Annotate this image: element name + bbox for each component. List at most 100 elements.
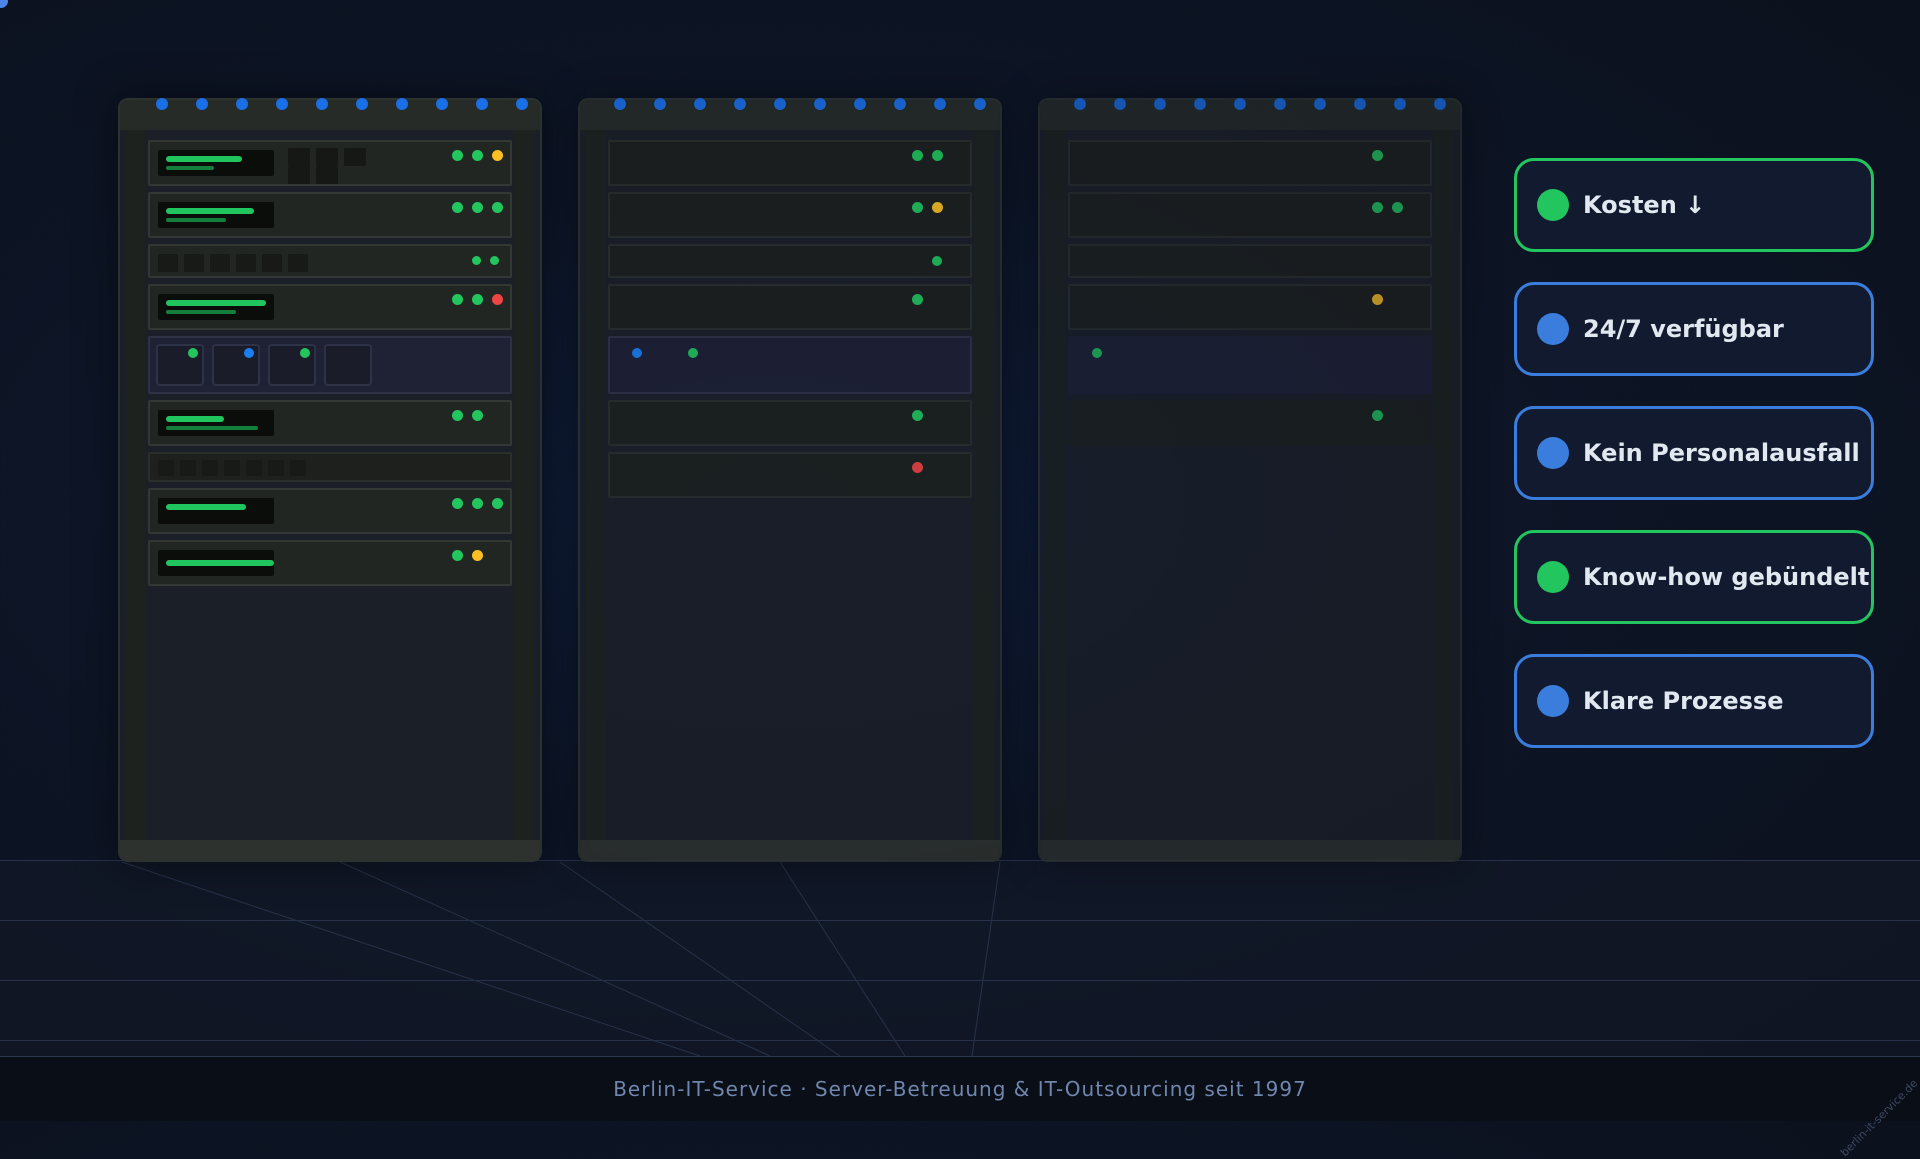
feature-label: Klare Prozesse bbox=[1583, 687, 1784, 715]
rack-bolt-icon bbox=[1194, 98, 1206, 110]
status-led-icon bbox=[472, 150, 483, 161]
rack-bolt-icon bbox=[356, 98, 368, 110]
rack-bolt-icon bbox=[436, 98, 448, 110]
status-led-icon bbox=[1372, 202, 1383, 213]
server-unit bbox=[608, 284, 972, 330]
footer-text: Berlin-IT-Service · Server-Betreuung & I… bbox=[613, 1077, 1307, 1101]
server-unit bbox=[148, 488, 512, 534]
rack-bolt-icon bbox=[236, 98, 248, 110]
status-led-icon bbox=[492, 498, 503, 509]
blade-bay bbox=[324, 344, 372, 386]
switch-unit bbox=[148, 244, 512, 278]
rack-bolt-icon bbox=[516, 98, 528, 110]
blade-chassis bbox=[148, 336, 512, 394]
status-led-icon bbox=[1372, 150, 1383, 161]
rack-bolt-icon bbox=[1114, 98, 1126, 110]
server-rack-3 bbox=[1038, 98, 1462, 862]
server-rack-1 bbox=[118, 98, 542, 862]
server-unit bbox=[1068, 140, 1432, 186]
feature-dot-icon bbox=[1537, 561, 1569, 593]
feature-card-verfuegbar: 24/7 verfügbar bbox=[1514, 282, 1874, 376]
status-led-icon bbox=[472, 550, 483, 561]
switch-unit bbox=[608, 244, 972, 278]
status-led-icon bbox=[1372, 410, 1383, 421]
status-led-icon bbox=[452, 550, 463, 561]
status-led-icon bbox=[1392, 202, 1403, 213]
rack-bolt-icon bbox=[156, 98, 168, 110]
rack-top bbox=[1040, 98, 1460, 130]
status-led-icon bbox=[492, 150, 503, 161]
rack-rail bbox=[514, 130, 534, 840]
status-led-icon bbox=[472, 256, 481, 265]
feature-label: Kein Personalausfall bbox=[1583, 439, 1860, 467]
footer: Berlin-IT-Service · Server-Betreuung & I… bbox=[0, 1056, 1920, 1121]
rack-bolt-icon bbox=[694, 98, 706, 110]
feature-label: Know-how gebündelt bbox=[1583, 563, 1870, 591]
rack-rail bbox=[974, 130, 994, 840]
status-led-icon bbox=[932, 256, 942, 266]
patch-panel bbox=[148, 452, 512, 482]
server-display bbox=[158, 294, 274, 320]
rack-top bbox=[120, 98, 540, 130]
status-led-icon bbox=[912, 294, 923, 305]
rack-bolt-icon bbox=[854, 98, 866, 110]
status-led-icon bbox=[472, 202, 483, 213]
feature-label: 24/7 verfügbar bbox=[1583, 315, 1784, 343]
status-led-icon bbox=[472, 294, 483, 305]
blade-chassis bbox=[1068, 336, 1432, 394]
status-led-icon bbox=[300, 348, 310, 358]
server-unit bbox=[148, 192, 512, 238]
status-led-icon bbox=[472, 410, 483, 421]
status-led-icon bbox=[452, 410, 463, 421]
feature-dot-icon bbox=[1537, 685, 1569, 717]
server-unit bbox=[608, 400, 972, 446]
rack-bolt-icon bbox=[1434, 98, 1446, 110]
status-led-icon bbox=[912, 410, 923, 421]
rack-bolt-icon bbox=[1154, 98, 1166, 110]
rack-bolt-icon bbox=[654, 98, 666, 110]
status-led-icon bbox=[912, 150, 923, 161]
status-led-icon bbox=[452, 202, 463, 213]
rack-bolt-icon bbox=[614, 98, 626, 110]
status-led-icon bbox=[452, 294, 463, 305]
server-unit bbox=[608, 140, 972, 186]
blade-chassis bbox=[608, 336, 972, 394]
server-unit bbox=[1068, 400, 1432, 446]
rack-bolt-icon bbox=[316, 98, 328, 110]
status-led-icon bbox=[452, 150, 463, 161]
status-led-icon bbox=[688, 348, 698, 358]
rack-rail bbox=[586, 130, 606, 840]
rack-bolt-icon bbox=[1394, 98, 1406, 110]
feature-card-prozesse: Klare Prozesse bbox=[1514, 654, 1874, 748]
rack-rail bbox=[126, 130, 146, 840]
server-unit bbox=[608, 192, 972, 238]
rack-bolt-icon bbox=[734, 98, 746, 110]
rack-base bbox=[580, 840, 1000, 860]
server-display bbox=[158, 410, 274, 436]
feature-card-kosten: Kosten ↓ bbox=[1514, 158, 1874, 252]
server-display bbox=[158, 550, 274, 576]
rack-bolt-icon bbox=[1074, 98, 1086, 110]
server-unit bbox=[148, 540, 512, 586]
rack-base bbox=[120, 840, 540, 860]
rack-bolt-icon bbox=[814, 98, 826, 110]
server-unit bbox=[148, 400, 512, 446]
feature-dot-icon bbox=[1537, 189, 1569, 221]
rack-rail bbox=[1434, 130, 1454, 840]
switch-unit bbox=[1068, 244, 1432, 278]
server-display bbox=[158, 202, 274, 228]
rack-bolt-icon bbox=[974, 98, 986, 110]
feature-dot-icon bbox=[1537, 313, 1569, 345]
rack-bolt-icon bbox=[276, 98, 288, 110]
status-led-icon bbox=[932, 202, 943, 213]
rack-bolt-icon bbox=[894, 98, 906, 110]
server-rack-2 bbox=[578, 98, 1002, 862]
rack-bolt-icon bbox=[774, 98, 786, 110]
server-unit bbox=[148, 140, 512, 186]
status-led-icon bbox=[244, 348, 254, 358]
status-led-icon bbox=[632, 348, 642, 358]
status-led-icon bbox=[452, 498, 463, 509]
status-led-icon bbox=[932, 150, 943, 161]
feature-label: Kosten ↓ bbox=[1583, 191, 1706, 219]
status-led-icon bbox=[912, 462, 923, 473]
